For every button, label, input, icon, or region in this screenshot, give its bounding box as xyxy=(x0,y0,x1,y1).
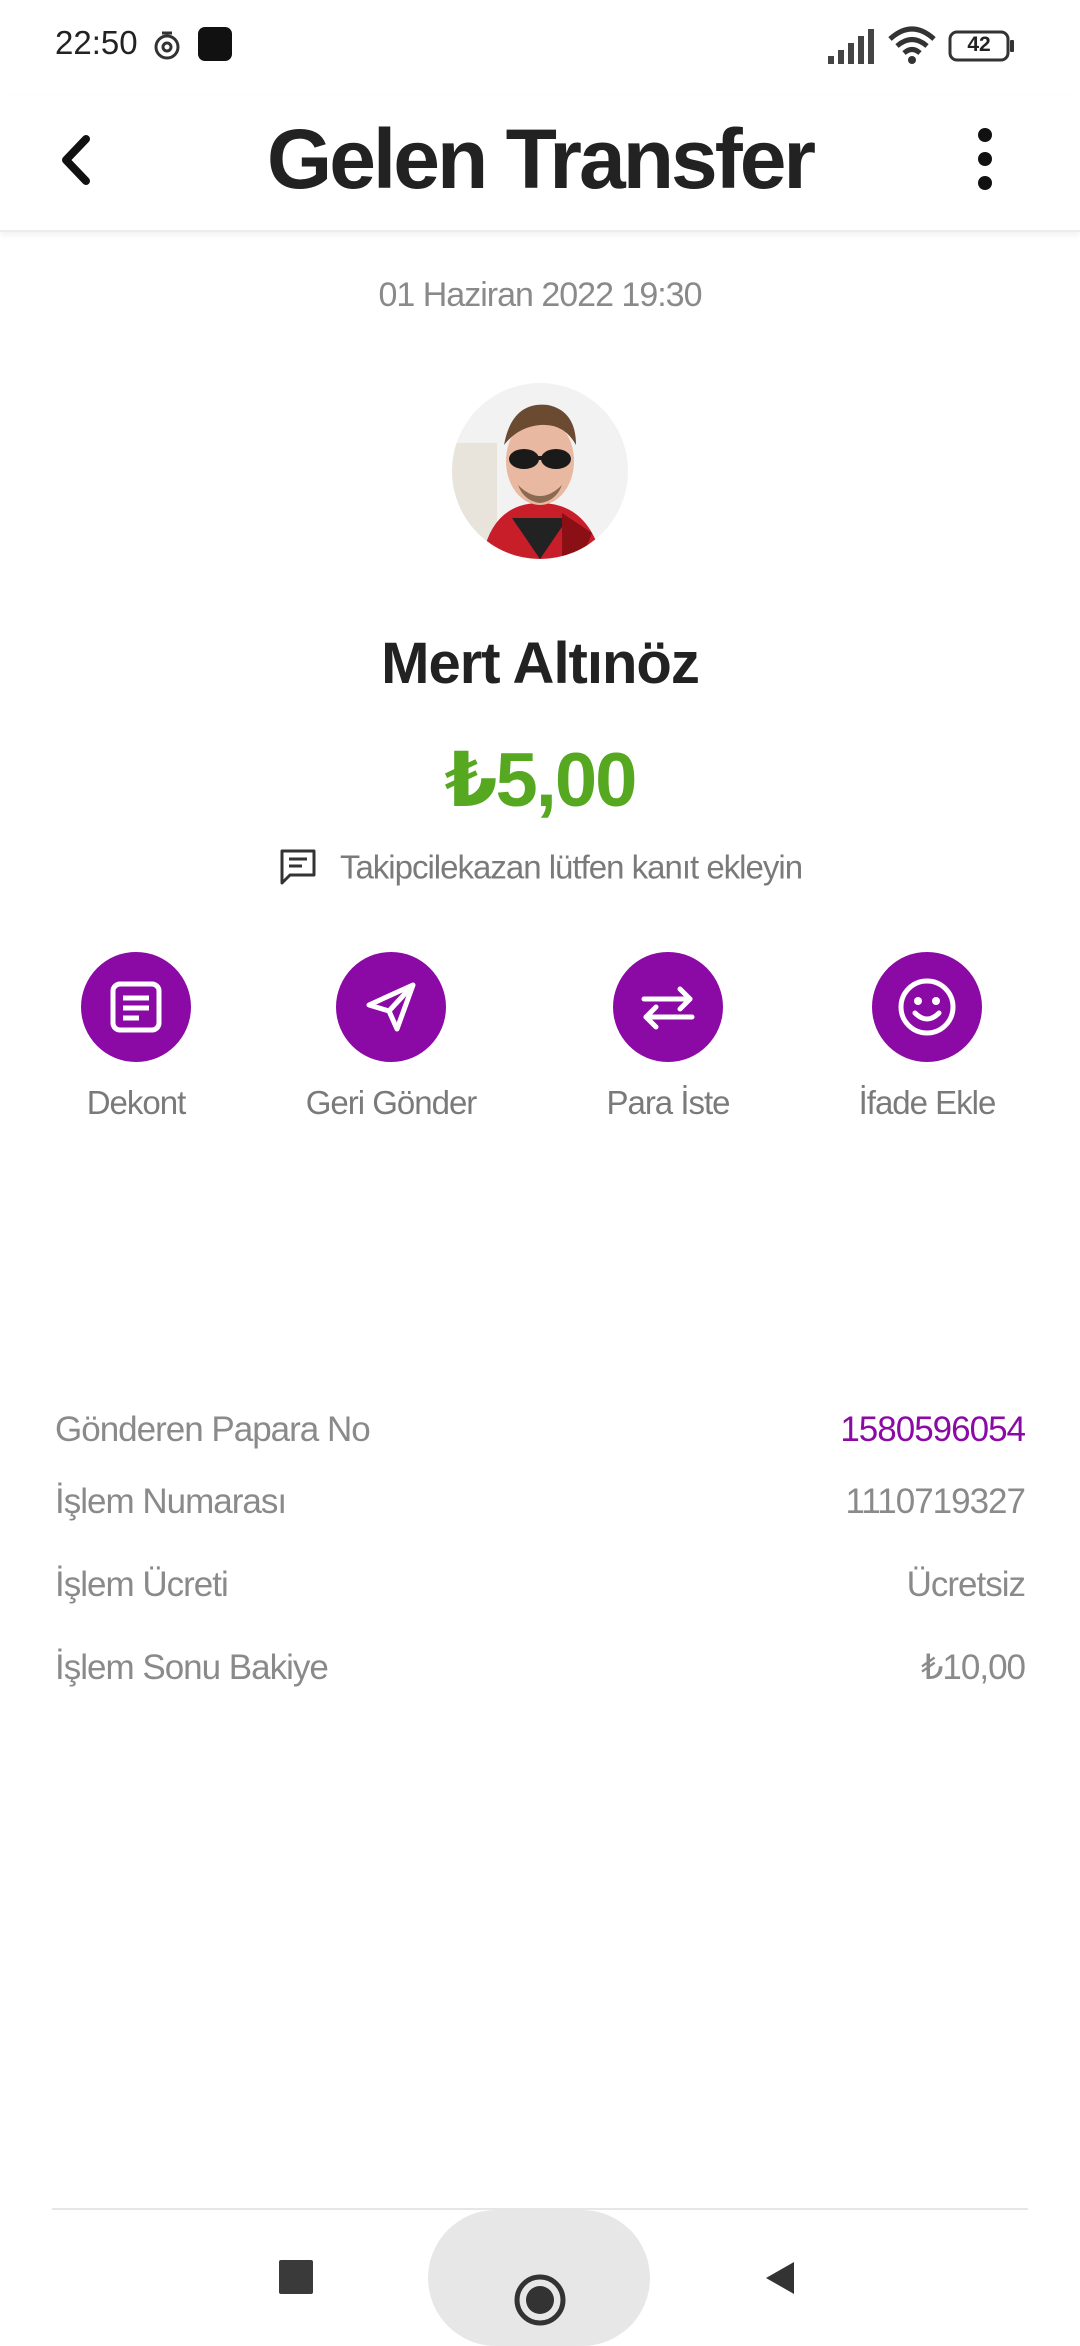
detail-row-transaction-no: İşlem Numarası 1110719327 xyxy=(55,1482,1026,1532)
detail-row-fee: İşlem Ücreti Ücretsiz xyxy=(55,1565,1026,1615)
detail-label: Gönderen Papara No xyxy=(55,1410,371,1449)
battery-level: 42 xyxy=(967,33,991,56)
sender-papara-number[interactable]: 1580596054 xyxy=(840,1410,1026,1450)
receipt-icon xyxy=(110,981,162,1033)
transaction-number: 1110719327 xyxy=(845,1482,1026,1521)
status-time: 22:50 xyxy=(55,24,138,61)
note-text: Takipcilekazan lütfen kanıt ekleyin xyxy=(339,848,803,886)
send-back-button[interactable]: Geri Gönder xyxy=(261,952,521,1122)
send-back-label: Geri Gönder xyxy=(305,1084,478,1121)
detail-row-balance: İşlem Sonu Bakiye ₺10,00 xyxy=(55,1648,1026,1698)
smiley-icon xyxy=(898,978,956,1036)
sender-name: Mert Altınöz xyxy=(381,631,700,696)
closing-balance: ₺10,00 xyxy=(921,1648,1026,1687)
transfer-date: 01 Haziran 2022 19:30 xyxy=(378,276,702,314)
detail-label: İşlem Sonu Bakiye xyxy=(55,1648,329,1687)
more-vertical-icon[interactable] xyxy=(955,119,1015,199)
request-money-button[interactable]: Para İste xyxy=(538,952,798,1122)
detail-label: İşlem Ücreti xyxy=(55,1565,229,1604)
sync-icon xyxy=(154,31,180,60)
detail-row-sender-no: Gönderen Papara No 1580596054 xyxy=(55,1410,1026,1460)
avatar xyxy=(452,383,628,559)
action-row: Dekont Geri Gönder Para İste İfade Ekle xyxy=(0,952,1080,1142)
transaction-fee: Ücretsiz xyxy=(906,1565,1026,1604)
message-icon xyxy=(280,849,316,885)
transfer-note: Takipcilekazan lütfen kanıt ekleyin xyxy=(0,846,1080,887)
page-title: Gelen Transfer xyxy=(266,112,816,206)
add-reaction-button[interactable]: İfade Ekle xyxy=(797,952,1057,1122)
receipt-button[interactable]: Dekont xyxy=(6,952,266,1122)
signal-icon xyxy=(828,29,874,64)
recents-button[interactable] xyxy=(279,2260,313,2294)
home-circle-icon xyxy=(514,2274,566,2326)
request-money-label: Para İste xyxy=(606,1084,730,1121)
receipt-label: Dekont xyxy=(86,1084,187,1121)
detail-label: İşlem Numarası xyxy=(55,1482,287,1521)
swap-arrows-icon xyxy=(641,986,695,1030)
add-reaction-label: İfade Ekle xyxy=(858,1084,997,1121)
transfer-amount: ₺5,00 xyxy=(444,738,638,823)
app-icon xyxy=(198,27,232,61)
system-nav-bar xyxy=(0,2208,1080,2346)
wifi-icon xyxy=(888,26,936,64)
back-triangle-icon[interactable] xyxy=(760,2258,800,2298)
status-bar: 22:50 42 xyxy=(0,0,1080,95)
app-bar: Gelen Transfer xyxy=(0,95,1080,232)
send-icon xyxy=(366,982,416,1032)
